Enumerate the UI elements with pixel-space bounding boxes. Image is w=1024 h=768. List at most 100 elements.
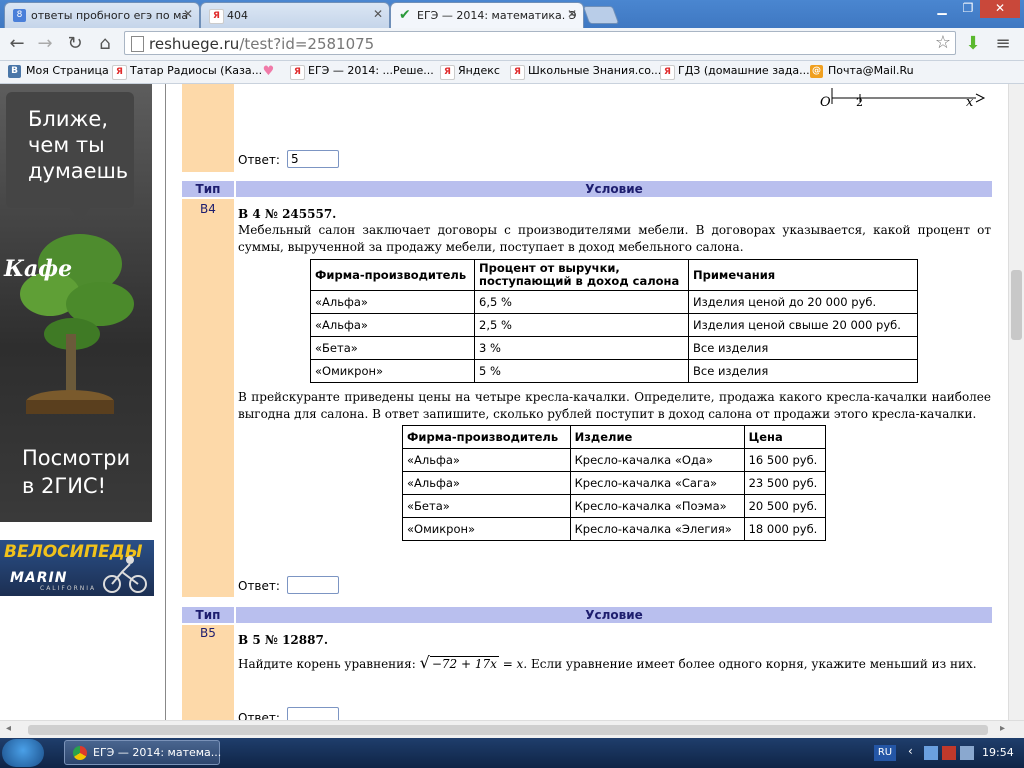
table-cell: «Бета» [402,494,571,518]
formula-radicand: −72 + 17x [429,656,499,671]
answer-input-b4[interactable] [287,576,339,594]
answer-label: Ответ: [238,711,280,720]
yandex-icon: Я [660,65,675,80]
toolbar: ← → ↻ ⌂ reshuege.ru/test?id=2581075 ☆ ⬇ … [0,28,1024,61]
header-type: Тип [182,181,234,197]
ad-line: думаешь [28,159,129,183]
formula-rhs: = x. [502,657,528,671]
checkmark-favicon-icon: ✔ [399,7,411,23]
answer-label: Ответ: [238,579,280,593]
bookmark-label: Татар Радиосы (Каза... [130,64,263,77]
heart-icon: ♥ [262,64,275,79]
table-cell: 6,5 % [474,290,689,314]
answer-input-prev[interactable]: 5 [287,150,339,168]
maximize-icon[interactable]: ❐ [954,0,982,18]
bookmark-ege[interactable]: Я ЕГЭ — 2014: ...Реше... [290,64,434,80]
yandex-icon: Я [440,65,455,80]
price-table: Фирма-производитель Изделие Цена «Альфа»… [402,425,827,541]
bookmark-star-icon[interactable]: ☆ [935,32,951,53]
table-header-cell: Фирма-производитель [402,425,571,449]
table-cell: Все изделия [688,336,918,360]
start-button[interactable] [2,739,44,767]
bookmark-shkolnye-znaniya[interactable]: Я Школьные Знания.co... [510,64,661,80]
minimize-icon[interactable]: ▁ [928,0,956,18]
forward-arrow-icon[interactable]: → [34,33,56,55]
task-code-b4: B4 [200,202,216,216]
mail-at-icon: @ [810,65,823,78]
scroll-thumb[interactable] [1011,270,1022,340]
page-icon [131,36,144,52]
tab-2[interactable]: Я 404 ✕ [200,2,390,28]
clock[interactable]: 19:54 [982,746,1014,759]
table-cell: 2,5 % [474,313,689,337]
table-cell: 20 500 руб. [743,494,827,518]
table-header-cell: Примечания [688,259,918,291]
tab-bar: 8 ответы пробного егэ по ма ✕ Я 404 ✕ ✔ … [0,0,1024,28]
new-tab-button[interactable] [582,6,620,24]
volume-icon[interactable] [960,746,974,760]
download-arrow-icon[interactable]: ⬇ [962,33,984,55]
web-page: Ближе, чем ты думаешь Кафе Посмотри в 2Г… [0,84,1008,720]
tab-3-active[interactable]: ✔ ЕГЭ — 2014: математика. Э ✕ [390,2,584,28]
number-line-figure: O 2 x [820,88,986,108]
yandex-icon: Я [510,65,525,80]
ad-bicycles-banner[interactable]: ВЕЛОСИПЕДЫ MARIN CALIFORNIA [0,540,154,596]
address-bar[interactable]: reshuege.ru/test?id=2581075 ☆ [124,31,956,55]
ad-speech-bubble: Ближе, чем ты думаешь [6,92,134,222]
close-tab-icon[interactable]: ✕ [183,7,193,21]
task-b5-prefix: Найдите корень уравнения: [238,657,416,671]
header-type: Тип [182,607,234,623]
header-condition: Условие [236,607,992,623]
wrench-menu-icon[interactable]: ≡ [992,33,1014,55]
tab-1[interactable]: 8 ответы пробного егэ по ма ✕ [4,2,200,28]
bookmark-yandex[interactable]: Я Яндекс [440,64,500,80]
table-cell: «Альфа» [402,471,571,495]
table-cell: «Альфа» [310,313,475,337]
ad-line: чем ты [28,133,105,157]
table-cell: Кресло-качалка «Ода» [569,448,745,472]
chrome-icon [73,746,87,760]
table-cell: Все изделия [688,359,918,383]
back-arrow-icon[interactable]: ← [6,33,28,55]
reload-icon[interactable]: ↻ [64,33,86,55]
bookmark-moya-stranitsa[interactable]: В Моя Страница [8,64,109,78]
table-header-cell: Фирма-производитель [310,259,475,291]
table-cell: «Альфа» [310,290,475,314]
tray-expand-icon[interactable]: ‹ [908,744,913,758]
language-indicator[interactable]: RU [874,745,896,761]
table-cell: «Омикрон» [310,359,475,383]
table-cell: Кресло-качалка «Сага» [569,471,745,495]
scroll-right-icon[interactable]: ▸ [1000,723,1005,734]
bookmark-gdz[interactable]: Я ГДЗ (домашние зада... [660,64,810,80]
vertical-scrollbar[interactable] [1008,84,1024,720]
horizontal-scrollbar[interactable]: ◂ ▸ [0,720,1024,739]
close-window-icon[interactable]: ✕ [980,0,1020,18]
bookmark-mail-ru[interactable]: @ Почта@Mail.Ru [810,64,914,78]
close-tab-icon[interactable]: ✕ [373,7,383,21]
ad-bicycles-brand: MARIN [10,570,68,586]
answer-input-b5[interactable] [287,707,339,720]
table-cell: «Омикрон» [402,517,571,541]
table-cell: Кресло-качалка «Элегия» [569,517,745,541]
scroll-thumb[interactable] [28,725,988,735]
scroll-left-icon[interactable]: ◂ [6,723,11,734]
table-row: «Омикрон» Кресло-качалка «Элегия» 18 000 р… [402,517,827,541]
bookmark-tatar-radio[interactable]: Я Татар Радиосы (Каза... [112,64,263,80]
close-tab-icon[interactable]: ✕ [567,7,577,21]
home-icon[interactable]: ⌂ [94,33,116,55]
ad-line: Ближе, [28,107,108,131]
yandex-icon: Я [112,65,127,80]
windows-taskbar: ЕГЭ — 2014: матема... RU ‹ 19:54 [0,738,1024,768]
sqrt-icon: √ [419,653,430,672]
flag-icon[interactable] [942,746,956,760]
tab-1-title: ответы пробного егэ по ма [31,9,189,22]
taskbar-chrome-window[interactable]: ЕГЭ — 2014: матема... [64,740,221,765]
topiary-tree-image [20,234,134,414]
ad-2gis-banner[interactable]: Ближе, чем ты думаешь Кафе Посмотри в 2Г… [0,84,152,522]
yandex-favicon-icon: Я [209,9,224,24]
table-cell: 3 % [474,336,689,360]
table-row: «Омикрон» 5 % Все изделия [310,359,918,383]
network-icon[interactable] [924,746,938,760]
table-cell: Изделия ценой свыше 20 000 руб. [688,313,918,337]
ad-cta-line: в 2ГИС! [22,474,107,498]
